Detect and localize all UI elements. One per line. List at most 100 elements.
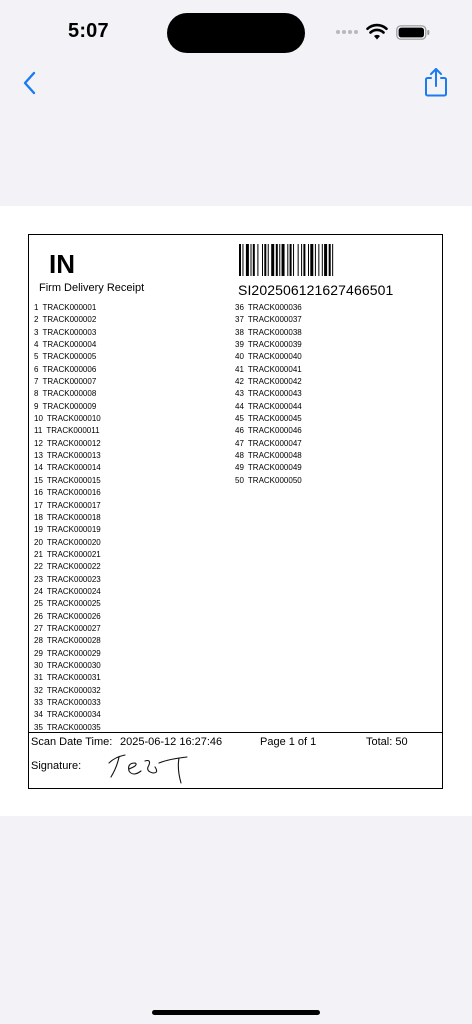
list-item: 39 TRACK000039 (235, 339, 302, 351)
tracking-id: TRACK000028 (46, 636, 101, 646)
tracking-id: TRACK000026 (46, 611, 101, 621)
list-item: 23 TRACK000023 (34, 574, 101, 586)
item-number: 17 (34, 500, 43, 510)
scan-date-label: Scan Date Time: (31, 736, 113, 748)
tracking-id: TRACK000012 (46, 438, 101, 448)
tracking-id: TRACK000039 (247, 340, 302, 350)
tracking-id: TRACK000043 (247, 389, 302, 399)
tracking-id: TRACK000050 (247, 475, 302, 485)
item-number: 44 (235, 401, 244, 411)
item-number: 3 (34, 327, 39, 337)
tracking-id: TRACK000009 (42, 401, 97, 411)
item-number: 25 (34, 599, 43, 609)
tracking-id: TRACK000027 (46, 623, 101, 633)
tracking-list-col2: 36 TRACK000036 37 TRACK000037 38 TRACK000038 3… (235, 302, 302, 487)
item-number: 34 (34, 710, 43, 720)
list-item: 24 TRACK000024 (34, 586, 101, 598)
item-number: 7 (34, 377, 39, 387)
list-item: 42 TRACK000042 (235, 376, 302, 388)
list-item: 27 TRACK000027 (34, 623, 101, 635)
tracking-id: TRACK000006 (42, 364, 97, 374)
item-number: 47 (235, 438, 244, 448)
list-item: 30 TRACK000030 (34, 660, 101, 672)
tracking-id: TRACK000049 (247, 463, 302, 473)
tracking-id: TRACK000036 (247, 303, 302, 312)
tracking-id: TRACK000010 (46, 414, 101, 424)
tracking-id: TRACK000002 (42, 315, 97, 325)
list-item: 22 TRACK000022 (34, 561, 101, 573)
item-number: 8 (34, 389, 39, 399)
item-number: 31 (34, 673, 43, 683)
share-icon[interactable] (422, 66, 450, 98)
tracking-id: TRACK000013 (46, 451, 101, 461)
list-item: 43 TRACK000043 (235, 388, 302, 400)
tracking-id: TRACK000004 (42, 340, 97, 350)
barcode-number: SI202506121627466501 (238, 282, 394, 298)
list-item: 29 TRACK000029 (34, 648, 101, 660)
tracking-id: TRACK000022 (46, 562, 101, 572)
item-number: 19 (34, 525, 43, 535)
item-number: 39 (235, 340, 244, 350)
item-number: 49 (235, 463, 244, 473)
tracking-id: TRACK000007 (42, 377, 97, 387)
list-item: 45 TRACK000045 (235, 413, 302, 425)
list-item: 8 TRACK000008 (34, 388, 101, 400)
list-item: 36 TRACK000036 (235, 302, 302, 314)
status-time: 5:07 (68, 20, 109, 42)
item-number: 29 (34, 648, 43, 658)
item-number: 35 (34, 722, 43, 732)
item-number: 26 (34, 611, 43, 621)
item-number: 32 (34, 685, 43, 695)
tracking-id: TRACK000025 (46, 599, 101, 609)
tracking-list-col1: 1 TRACK000001 2 TRACK000002 3 TRACK000003 4 TRA… (34, 302, 101, 734)
item-number: 11 (34, 426, 43, 436)
item-number: 9 (34, 401, 39, 411)
list-item: 18 TRACK000018 (34, 512, 101, 524)
item-number: 28 (34, 636, 43, 646)
tracking-id: TRACK000031 (46, 673, 101, 683)
list-item: 17 TRACK000017 (34, 500, 101, 512)
item-number: 38 (235, 327, 244, 337)
list-item: 37 TRACK000037 (235, 314, 302, 326)
tracking-id: TRACK000014 (46, 463, 101, 473)
item-number: 5 (34, 352, 39, 362)
tracking-id: TRACK000016 (46, 488, 101, 498)
status-bar: 5:07 (0, 0, 472, 62)
tracking-id: TRACK000003 (42, 327, 97, 337)
tracking-id: TRACK000030 (46, 660, 101, 670)
item-number: 37 (235, 315, 244, 325)
cellular-signal-icon (336, 30, 358, 34)
list-item: 13 TRACK000013 (34, 450, 101, 462)
tracking-id: TRACK000035 (46, 722, 101, 732)
chevron-left-icon[interactable] (18, 68, 44, 98)
tracking-id: TRACK000015 (46, 475, 101, 485)
list-item: 28 TRACK000028 (34, 635, 101, 647)
tracking-id: TRACK000038 (247, 327, 302, 337)
document-preview: IN Firm Delivery Receipt SI2025061216274… (0, 206, 472, 816)
tracking-id: TRACK000023 (46, 574, 101, 584)
item-number: 18 (34, 512, 43, 522)
tracking-id: TRACK000024 (46, 586, 101, 596)
item-number: 4 (34, 340, 39, 350)
item-number: 42 (235, 377, 244, 387)
handwritten-signature (108, 754, 188, 784)
item-number: 45 (235, 414, 244, 424)
item-number: 30 (34, 660, 43, 670)
list-item: 6 TRACK000006 (34, 364, 101, 376)
list-item: 16 TRACK000016 (34, 487, 101, 499)
tracking-id: TRACK000044 (247, 401, 302, 411)
list-item: 4 TRACK000004 (34, 339, 101, 351)
tracking-id: TRACK000042 (247, 377, 302, 387)
list-item: 10 TRACK000010 (34, 413, 101, 425)
tracking-id: TRACK000018 (46, 512, 101, 522)
list-item: 41 TRACK000041 (235, 364, 302, 376)
item-number: 43 (235, 389, 244, 399)
tracking-id: TRACK000017 (46, 500, 101, 510)
delivery-receipt: IN Firm Delivery Receipt SI2025061216274… (28, 234, 443, 789)
list-item: 50 TRACK000050 (235, 475, 302, 487)
tracking-id: TRACK000048 (247, 451, 302, 461)
list-item: 31 TRACK000031 (34, 672, 101, 684)
tracking-id: TRACK000020 (46, 537, 101, 547)
tracking-id: TRACK000008 (42, 389, 97, 399)
item-number: 13 (34, 451, 43, 461)
